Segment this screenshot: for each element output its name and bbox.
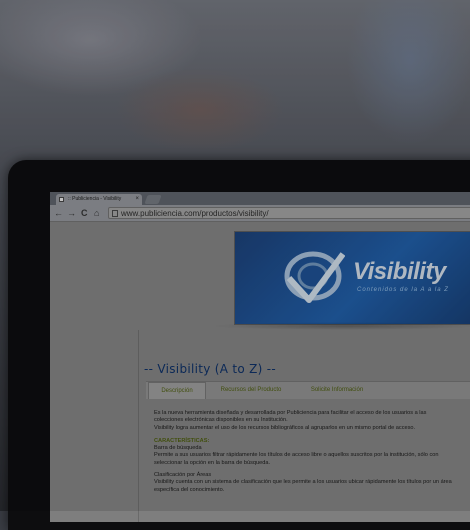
home-button[interactable]: ⌂: [94, 207, 99, 219]
tab-title: :: Publiciencia - Visibility: [68, 196, 122, 202]
intro-paragraph: Es la nueva herramienta diseñada y desar…: [154, 410, 427, 424]
feature-text: Visibility cuenta con un sistema de clas…: [154, 479, 452, 493]
new-tab-button[interactable]: [144, 195, 162, 204]
banner-shadow: [210, 322, 470, 330]
description-panel: Es la nueva herramienta diseñada y desar…: [154, 410, 454, 494]
web-page: Visibility Contenidos de la A a la Z -- …: [50, 222, 470, 522]
product-tabs: Descripción Recursos del Producto Solici…: [146, 381, 470, 399]
tab-solicite-informacion[interactable]: Solicite Información: [298, 382, 376, 399]
tab-strip: :: Publiciencia - Visibility ×: [50, 192, 470, 205]
feature-text: Permite a sus usuarios filtrar rápidamen…: [154, 452, 439, 466]
logo-tagline: Contenidos de la A a la Z: [357, 287, 449, 293]
left-divider: [138, 330, 139, 522]
address-bar[interactable]: www.publiciencia.com/productos/visibilit…: [108, 207, 470, 219]
logo-wordmark: Visibility: [353, 258, 446, 285]
page-title: -- Visibility (A to Z) --: [144, 362, 277, 376]
browser-window: :: Publiciencia - Visibility × ← → C ⌂ w…: [50, 192, 470, 522]
feature-title: Clasificación por Áreas: [154, 472, 212, 479]
features-heading: CARACTERÍSTICAS:: [154, 437, 210, 444]
close-tab-icon[interactable]: ×: [135, 194, 139, 205]
forward-button[interactable]: →: [67, 207, 76, 219]
browser-tab[interactable]: :: Publiciencia - Visibility ×: [56, 194, 142, 205]
tab-recursos-del-producto[interactable]: Recursos del Producto: [210, 382, 292, 399]
visibility-banner: Visibility Contenidos de la A a la Z: [234, 231, 470, 325]
intro-paragraph-2: Visibility logra aumentar el uso de los …: [154, 424, 416, 431]
reload-button[interactable]: C: [81, 207, 88, 219]
visibility-logo-icon: [284, 251, 345, 303]
tab-descripcion[interactable]: Descripción: [148, 382, 206, 399]
page-icon: [112, 210, 118, 217]
feature-title: Barra de búsqueda: [154, 445, 202, 452]
page-icon: [59, 197, 64, 202]
back-button[interactable]: ←: [54, 207, 63, 219]
url-text: www.publiciencia.com/productos/visibilit…: [121, 209, 269, 218]
browser-toolbar: ← → C ⌂ www.publiciencia.com/productos/v…: [50, 205, 470, 222]
